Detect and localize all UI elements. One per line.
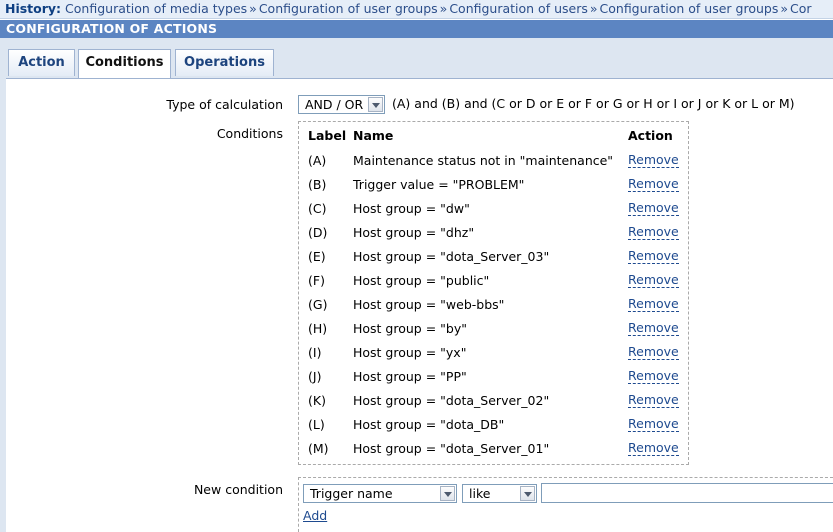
column-header-action: Action [628, 128, 673, 143]
remove-condition-link[interactable]: Remove [628, 201, 679, 216]
condition-name: Host group = "PP" [353, 369, 467, 384]
condition-operator-select[interactable]: like [462, 484, 537, 503]
condition-name: Host group = "dota_Server_02" [353, 393, 550, 408]
table-row: (C) Host group = "dw" Remove [299, 201, 688, 225]
condition-label: (M) [308, 441, 329, 456]
condition-name: Host group = "by" [353, 321, 467, 336]
history-separator: » [780, 1, 788, 16]
history-breadcrumb: History: Configuration of media types» Co… [0, 0, 833, 19]
conditions-label: Conditions [216, 126, 283, 141]
condition-label: (J) [308, 369, 322, 384]
condition-name: Host group = "yx" [353, 345, 467, 360]
remove-condition-link[interactable]: Remove [628, 321, 679, 336]
tab-strip: Action Conditions Operations [0, 38, 833, 79]
condition-name: Host group = "public" [353, 273, 490, 288]
column-header-label: Label [308, 128, 347, 143]
condition-label: (E) [308, 249, 326, 264]
condition-name: Trigger value = "PROBLEM" [353, 177, 525, 192]
remove-condition-link[interactable]: Remove [628, 297, 679, 312]
condition-name: Host group = "dw" [353, 201, 470, 216]
condition-type-value: Trigger name [310, 486, 393, 501]
calculation-type-label: Type of calculation [166, 97, 283, 112]
table-row: (I) Host group = "yx" Remove [299, 345, 688, 369]
condition-operator-value: like [469, 486, 491, 501]
new-condition-label: New condition [193, 482, 283, 497]
table-row: (G) Host group = "web-bbs" Remove [299, 297, 688, 321]
table-row: (E) Host group = "dota_Server_03" Remove [299, 249, 688, 273]
history-item-users[interactable]: Configuration of users [449, 1, 588, 16]
condition-label: (A) [308, 153, 327, 168]
history-label: History: [5, 1, 62, 16]
history-separator: » [249, 1, 257, 16]
condition-label: (D) [308, 225, 328, 240]
calculation-formula: (A) and (B) and (C or D or E or F or G o… [392, 96, 795, 111]
remove-condition-link[interactable]: Remove [628, 441, 679, 456]
history-item-user-groups-2[interactable]: Configuration of user groups [600, 1, 779, 16]
history-item-media-types[interactable]: Configuration of media types [65, 1, 247, 16]
table-row: (B) Trigger value = "PROBLEM" Remove [299, 177, 688, 201]
chevron-down-icon [440, 486, 455, 501]
chevron-down-icon [520, 486, 535, 501]
remove-condition-link[interactable]: Remove [628, 393, 679, 408]
condition-label: (G) [308, 297, 328, 312]
condition-name: Host group = "web-bbs" [353, 297, 505, 312]
remove-condition-link[interactable]: Remove [628, 249, 679, 264]
condition-label: (H) [308, 321, 328, 336]
table-row: (D) Host group = "dhz" Remove [299, 225, 688, 249]
add-condition-link[interactable]: Add [303, 508, 327, 523]
condition-label: (K) [308, 393, 326, 408]
page-title: CONFIGURATION OF ACTIONS [0, 20, 833, 38]
condition-value-input[interactable] [541, 483, 833, 503]
remove-condition-link[interactable]: Remove [628, 417, 679, 432]
chevron-down-icon [368, 97, 383, 112]
table-row: (K) Host group = "dota_Server_02" Remove [299, 393, 688, 417]
conditions-table: Label Name Action (A) Maintenance status … [298, 121, 689, 465]
remove-condition-link[interactable]: Remove [628, 153, 679, 168]
condition-label: (C) [308, 201, 327, 216]
condition-name: Host group = "dota_Server_03" [353, 249, 550, 264]
calculation-type-value: AND / OR [305, 97, 364, 112]
condition-type-select[interactable]: Trigger name [303, 484, 457, 503]
table-row: (M) Host group = "dota_Server_01" Remove [299, 441, 688, 465]
remove-condition-link[interactable]: Remove [628, 225, 679, 240]
remove-condition-link[interactable]: Remove [628, 273, 679, 288]
remove-condition-link[interactable]: Remove [628, 177, 679, 192]
history-item-user-groups[interactable]: Configuration of user groups [259, 1, 438, 16]
history-item-truncated[interactable]: Cor [790, 1, 812, 16]
table-row: (F) Host group = "public" Remove [299, 273, 688, 297]
condition-name: Host group = "dota_DB" [353, 417, 505, 432]
condition-name: Host group = "dhz" [353, 225, 475, 240]
table-row: (L) Host group = "dota_DB" Remove [299, 417, 688, 441]
table-row: (H) Host group = "by" Remove [299, 321, 688, 345]
calculation-type-select[interactable]: AND / OR [298, 95, 385, 114]
tab-operations[interactable]: Operations [175, 49, 274, 76]
condition-label: (F) [308, 273, 325, 288]
history-separator: » [439, 1, 448, 16]
table-row: (A) Maintenance status not in "maintenanc… [299, 153, 688, 177]
condition-label: (L) [308, 417, 325, 432]
table-row: (J) Host group = "PP" Remove [299, 369, 688, 393]
remove-condition-link[interactable]: Remove [628, 369, 679, 384]
column-header-name: Name [353, 128, 394, 143]
left-gutter [0, 78, 6, 532]
tab-action[interactable]: Action [8, 49, 75, 76]
condition-name: Maintenance status not in "maintenance" [353, 153, 614, 168]
remove-condition-link[interactable]: Remove [628, 345, 679, 360]
history-separator: » [589, 1, 598, 16]
condition-label: (I) [308, 345, 322, 360]
condition-label: (B) [308, 177, 327, 192]
tab-conditions[interactable]: Conditions [78, 49, 171, 78]
condition-name: Host group = "dota_Server_01" [353, 441, 550, 456]
